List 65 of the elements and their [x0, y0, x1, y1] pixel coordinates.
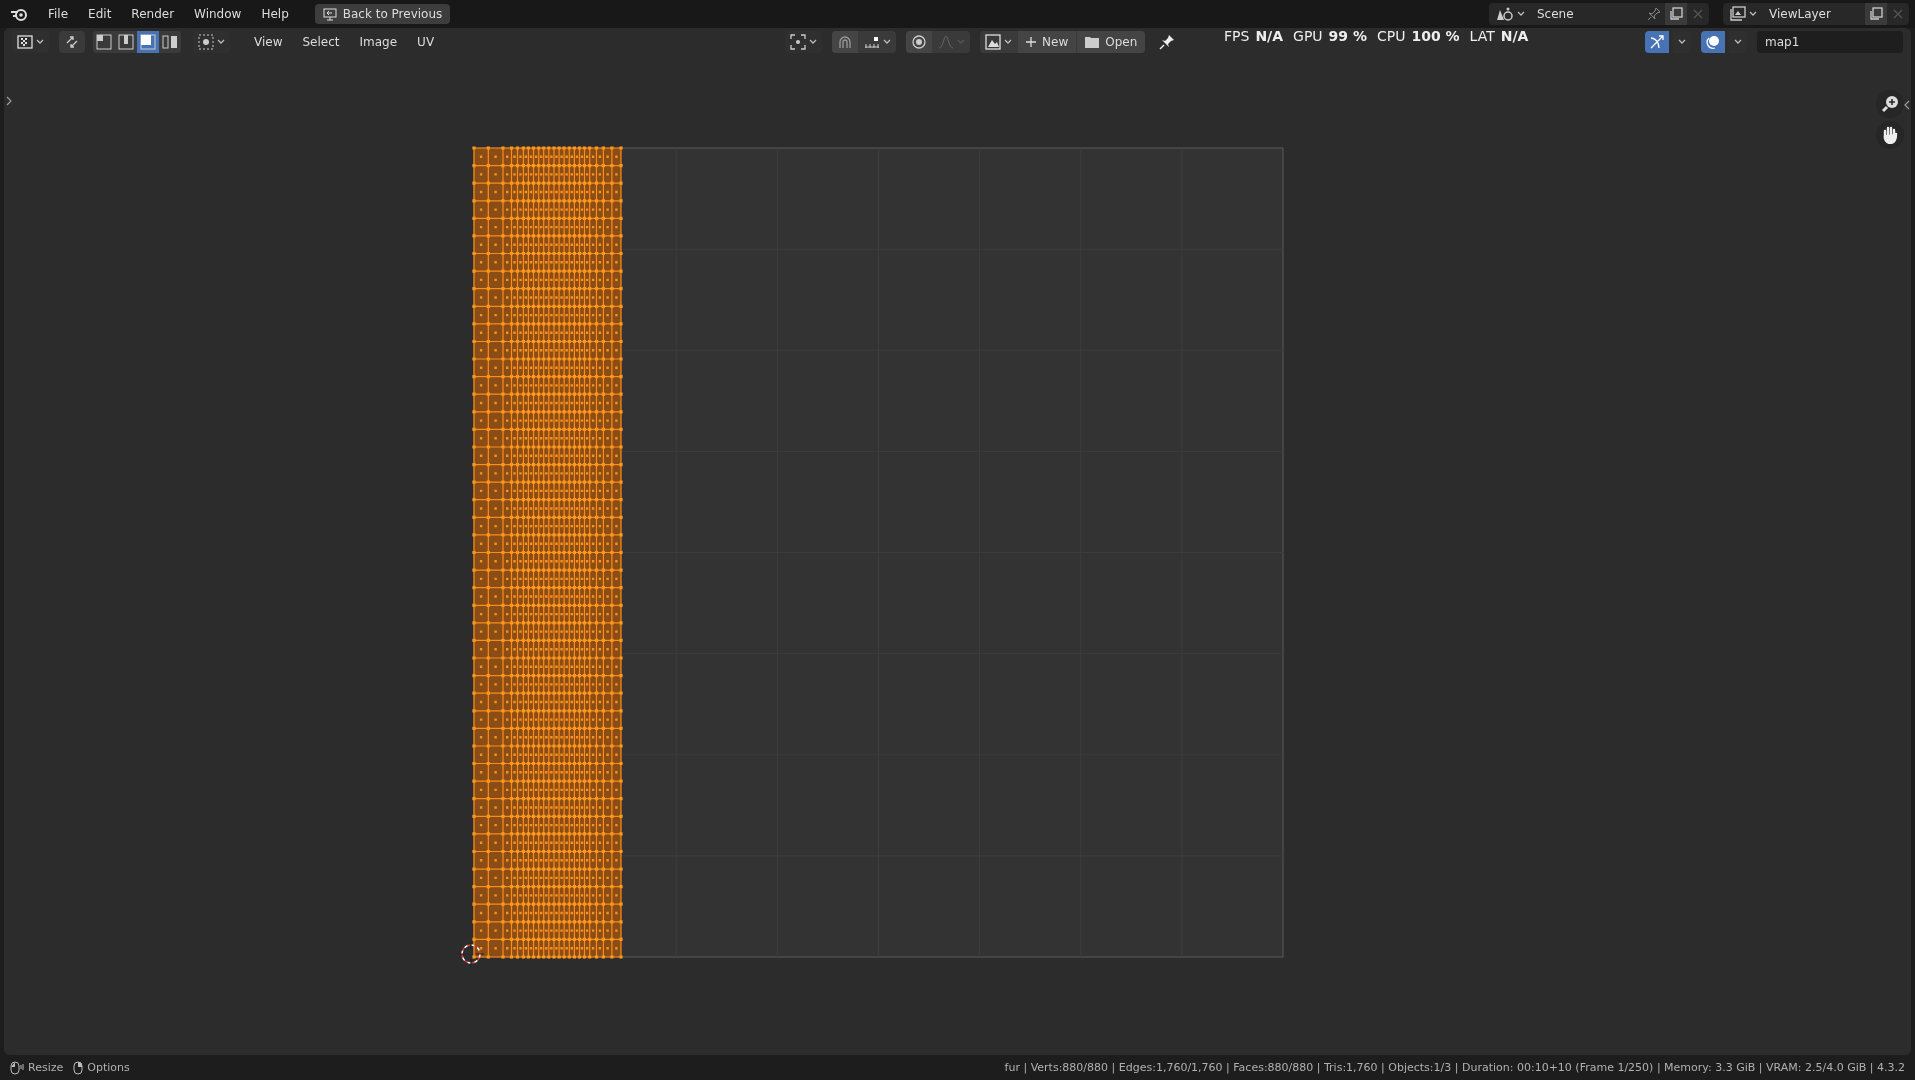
hint-label: Resize — [28, 1061, 64, 1074]
caret-icon[interactable] — [809, 39, 818, 45]
pin-icon[interactable] — [1159, 34, 1176, 50]
image-stack-icon[interactable] — [1729, 6, 1747, 22]
menu-item[interactable]: UV — [409, 32, 443, 52]
stat-label: FPS — [1224, 28, 1250, 44]
back-button[interactable]: Back to Previous — [314, 4, 451, 24]
menu-item[interactable]: Help — [253, 4, 297, 24]
folder-icon — [1085, 36, 1100, 48]
new-image-button[interactable]: New — [1018, 31, 1077, 53]
stat-value: 100 % — [1411, 28, 1460, 44]
monitor-icon — [322, 7, 337, 21]
image-icon[interactable] — [985, 34, 1002, 50]
menu-item[interactable]: View — [246, 32, 291, 52]
select-mode-button[interactable] — [115, 31, 137, 53]
uv-map-field[interactable]: map1 — [1757, 31, 1903, 53]
menu-item[interactable]: Edit — [80, 4, 120, 24]
select-mode-button[interactable] — [93, 31, 115, 53]
island-mode-icon — [162, 34, 178, 50]
edge-mode-icon — [118, 34, 134, 50]
menu-item[interactable]: Select — [294, 32, 348, 52]
caret-icon[interactable] — [36, 39, 44, 45]
snap-increment-icon[interactable] — [864, 35, 881, 49]
stat-label: LAT — [1469, 28, 1495, 44]
sticky-select-icon[interactable] — [1649, 34, 1665, 50]
stat-value: 99 % — [1328, 28, 1367, 44]
duplicate-icon[interactable] — [1869, 7, 1883, 21]
face-mode-icon — [140, 34, 156, 50]
select-mode-button[interactable] — [137, 31, 159, 53]
menu-item[interactable]: Render — [123, 4, 183, 24]
magnet-icon[interactable] — [837, 34, 854, 50]
scene-icon[interactable] — [1495, 6, 1515, 22]
caret-icon[interactable] — [1749, 11, 1757, 17]
vertex-mode-icon — [96, 34, 112, 50]
hand-icon[interactable] — [1876, 121, 1904, 149]
pivot-icon[interactable] — [790, 34, 807, 50]
duplicate-icon[interactable] — [1669, 7, 1683, 21]
caret-icon[interactable] — [1004, 39, 1013, 45]
caret-icon[interactable] — [1678, 39, 1686, 45]
sync-arrows-icon[interactable] — [64, 34, 80, 50]
app-logo-icon[interactable] — [10, 7, 28, 21]
mouse-icon — [73, 1060, 84, 1075]
sticky-mode-icon[interactable] — [198, 34, 214, 50]
proportional-edit-icon[interactable] — [911, 34, 928, 50]
open-image-button[interactable]: Open — [1077, 31, 1146, 53]
menu-item[interactable]: Window — [186, 4, 250, 24]
caret-icon[interactable] — [883, 39, 892, 45]
stat-label: GPU — [1293, 28, 1323, 44]
expand-icon[interactable] — [6, 96, 12, 106]
overlay-icon[interactable] — [1705, 34, 1721, 50]
stat-value: N/A — [1500, 28, 1529, 44]
menu-item[interactable]: Image — [351, 32, 406, 52]
plus-icon — [1026, 37, 1037, 47]
stat-label: CPU — [1377, 28, 1406, 44]
scene-statistics: fur | Verts:880/880 | Edges:1,760/1,760 | Faces:880/880 | Tris:1,760 | Objects:1/3 | Duration: 00:10+10 (Frame 1/250) | Memory: 3.3 GiB | VRAM: 2.5/4.0 GiB | 4.3.2 — [1004, 1061, 1905, 1074]
stat-value: N/A — [1255, 28, 1284, 44]
mouse-drag-icon — [10, 1060, 24, 1075]
caret-icon[interactable] — [1517, 11, 1525, 17]
zoom-icon[interactable] — [1876, 90, 1904, 118]
caret-icon[interactable] — [217, 39, 225, 45]
collapse-icon[interactable] — [1904, 100, 1910, 110]
menu-item[interactable]: File — [40, 4, 77, 24]
hint-label: Options — [87, 1061, 130, 1074]
caret-icon[interactable] — [1734, 39, 1742, 45]
checker-grid-icon[interactable] — [17, 35, 33, 49]
